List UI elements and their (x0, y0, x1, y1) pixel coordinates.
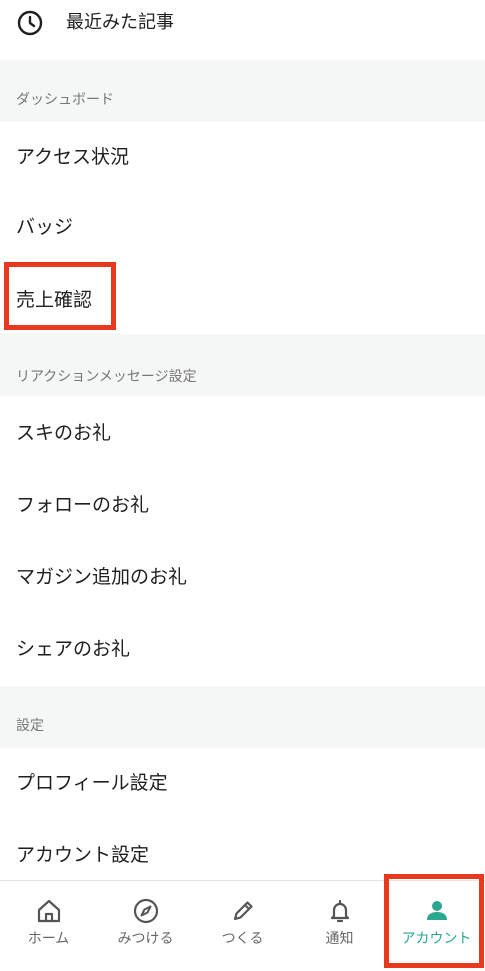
section-header-label: リアクションメッセージ設定 (16, 369, 197, 385)
tab-home[interactable]: ホーム (0, 881, 97, 971)
tab-discover[interactable]: みつける (97, 881, 194, 971)
menu-item-label: マガジン追加のお礼 (16, 566, 188, 588)
menu-item-sales[interactable]: 売上確認 (0, 262, 485, 332)
person-icon (426, 901, 447, 920)
clock-icon (17, 10, 43, 36)
menu-item-access-status[interactable]: アクセス状況 (0, 122, 485, 192)
recent-articles-item[interactable]: 最近みた記事 (0, 0, 485, 60)
menu-item-magazine-thanks[interactable]: マガジン追加のお礼 (0, 540, 485, 610)
tab-label: アカウント (401, 931, 472, 947)
tab-label: ホーム (27, 931, 70, 947)
menu-item-label: スキのお礼 (16, 422, 112, 444)
home-icon (37, 899, 60, 923)
menu-item-label: アカウント設定 (16, 844, 150, 866)
tab-create[interactable]: つくる (194, 881, 291, 971)
menu-item-share-thanks[interactable]: シェアのお礼 (0, 612, 485, 682)
pencil-icon (233, 901, 253, 921)
menu-item-label: プロフィール設定 (16, 772, 168, 794)
menu-item-label: バッジ (16, 216, 74, 238)
compass-icon (133, 898, 158, 924)
bottom-tab-bar: ホーム みつける つくる 通知 アカウント (0, 880, 485, 970)
menu-item-like-thanks[interactable]: スキのお礼 (0, 396, 485, 466)
section-header-settings: 設定 (0, 686, 485, 748)
menu-item-label: 売上確認 (16, 289, 93, 311)
recent-articles-label: 最近みた記事 (66, 12, 174, 33)
section-header-reaction-messages: リアクションメッセージ設定 (0, 334, 485, 396)
menu-item-label: シェアのお礼 (16, 638, 131, 660)
menu-item-follow-thanks[interactable]: フォローのお礼 (0, 468, 485, 538)
menu-item-account-settings[interactable]: アカウント設定 (0, 818, 485, 888)
menu-item-label: フォローのお礼 (16, 494, 150, 516)
tab-label: 通知 (325, 931, 354, 947)
bell-icon (330, 899, 349, 923)
menu-item-badges[interactable]: バッジ (0, 192, 485, 262)
tab-label: つくる (221, 931, 264, 947)
menu-item-profile-settings[interactable]: プロフィール設定 (0, 748, 485, 818)
section-header-dashboard: ダッシュボード (0, 60, 485, 122)
section-header-label: 設定 (16, 718, 44, 734)
section-header-label: ダッシュボード (16, 92, 114, 108)
tab-label: みつける (117, 931, 174, 947)
menu-item-label: アクセス状況 (16, 146, 130, 168)
tab-account[interactable]: アカウント (388, 881, 485, 971)
tab-notifications[interactable]: 通知 (291, 881, 388, 971)
